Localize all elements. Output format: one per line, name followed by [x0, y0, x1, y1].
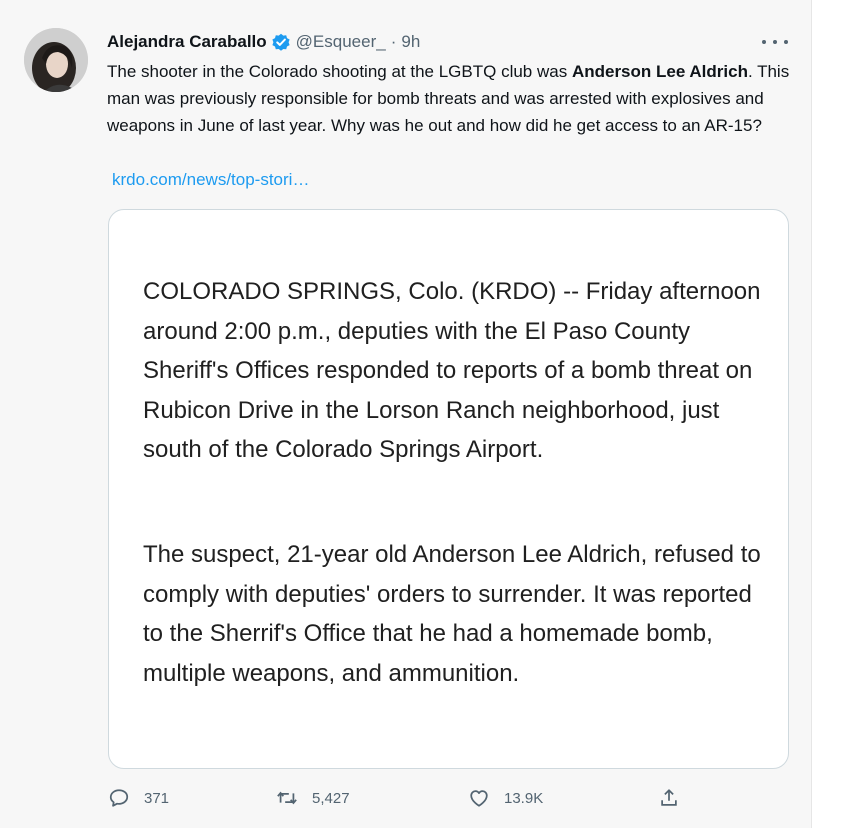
article-screenshot-card[interactable]: COLORADO SPRINGS, Colo. (KRDO) -- Friday…: [108, 209, 789, 769]
heart-icon: [470, 790, 488, 807]
separator-dot: ·: [390, 32, 397, 51]
tweet-actions: 371 5,427 13.9K: [0, 787, 812, 813]
verified-badge-icon: [271, 32, 291, 52]
like-count: 13.9K: [504, 789, 544, 807]
card-paragraph-2: The suspect, 21-year old Anderson Lee Al…: [143, 541, 761, 687]
share-button[interactable]: [658, 787, 694, 809]
tweet: Alejandra Caraballo @Esqueer_ · 9h The s…: [0, 0, 812, 828]
retweet-icon: [277, 791, 297, 805]
reply-count: 371: [144, 789, 170, 807]
card-paragraph-1: COLORADO SPRINGS, Colo. (KRDO) -- Friday…: [143, 278, 761, 463]
retweet-count: 5,427: [312, 789, 350, 807]
tweet-text: The shooter in the Colorado shooting at …: [107, 58, 797, 139]
tweet-header: Alejandra Caraballo @Esqueer_ · 9h: [107, 30, 420, 54]
article-link[interactable]: krdo.com/news/top-stori…: [112, 166, 309, 193]
tweet-text-start: The shooter in the Colorado shooting at …: [107, 62, 572, 81]
tweet-text-bold: Anderson Lee Aldrich: [571, 62, 748, 81]
more-dots-icon[interactable]: [762, 34, 788, 50]
reply-icon: [109, 789, 129, 807]
share-icon: [661, 789, 677, 806]
author-handle[interactable]: @Esqueer_: [296, 30, 386, 54]
retweet-button[interactable]: 5,427: [276, 787, 350, 809]
avatar[interactable]: [24, 28, 88, 92]
like-button[interactable]: 13.9K: [468, 787, 543, 809]
author-name[interactable]: Alejandra Caraballo: [107, 30, 267, 54]
reply-button[interactable]: 371: [108, 787, 169, 809]
tweet-timestamp[interactable]: 9h: [401, 30, 420, 54]
